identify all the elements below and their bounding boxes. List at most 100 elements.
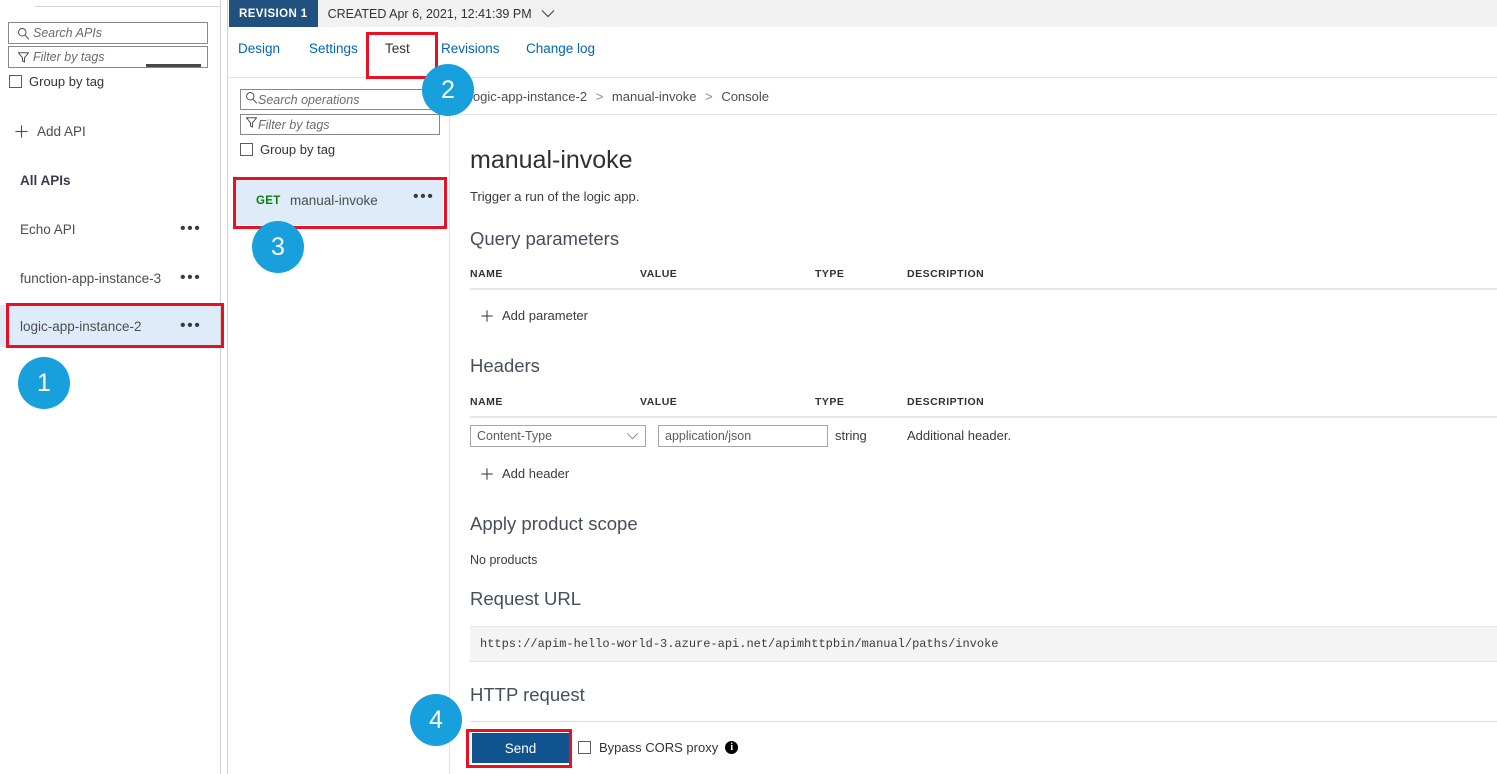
sidebar-top-divider xyxy=(35,6,220,7)
breadcrumb-divider xyxy=(450,114,1497,115)
step-badge-1: 1 xyxy=(18,357,70,409)
header-name-select[interactable]: Content-Type xyxy=(470,425,646,447)
operation-list-item-manual-invoke[interactable]: GET manual-invoke ••• xyxy=(235,179,443,225)
bypass-cors-proxy-label: Bypass CORS proxy xyxy=(599,740,718,755)
api-tabs: Design Settings Test Revisions Change lo… xyxy=(229,27,1497,78)
breadcrumb-page: Console xyxy=(721,89,769,104)
azure-apim-test-console: Search APIs Filter by tags Group by tag … xyxy=(0,0,1497,774)
operation-context-menu[interactable]: ••• xyxy=(413,193,434,201)
tab-revisions[interactable]: Revisions xyxy=(441,41,500,56)
breadcrumb-api[interactable]: logic-app-instance-2 xyxy=(470,89,587,104)
api-item-context-menu[interactable]: ••• xyxy=(180,322,201,330)
sidebar-divider xyxy=(220,0,221,774)
all-apis-heading: All APIs xyxy=(20,173,71,188)
headers-table-header: NAME VALUE TYPE DESCRIPTION xyxy=(470,396,1497,418)
step-badge-3: 3 xyxy=(252,221,304,273)
apply-product-scope-heading: Apply product scope xyxy=(470,513,638,535)
http-request-heading: HTTP request xyxy=(470,684,585,706)
column-header-name: NAME xyxy=(470,396,503,408)
panel-divider xyxy=(227,0,228,774)
column-header-name: NAME xyxy=(470,268,503,280)
operations-filter-placeholder: Filter by tags xyxy=(258,118,330,132)
group-by-tag-checkbox-row[interactable]: Group by tag xyxy=(9,74,104,89)
operations-group-by-tag-row[interactable]: Group by tag xyxy=(240,142,335,157)
breadcrumb-separator: > xyxy=(596,89,604,104)
add-api-label: Add API xyxy=(37,124,86,139)
step-badge-4: 4 xyxy=(410,694,462,746)
search-apis-placeholder: Search APIs xyxy=(33,26,102,40)
add-parameter-button[interactable]: Add parameter xyxy=(480,308,588,323)
add-parameter-label: Add parameter xyxy=(502,308,588,323)
group-by-tag-label: Group by tag xyxy=(29,74,104,89)
header-type-value: string xyxy=(835,428,867,443)
add-header-label: Add header xyxy=(502,466,569,481)
column-header-value: VALUE xyxy=(640,396,677,408)
search-apis-input[interactable]: Search APIs xyxy=(8,22,208,44)
step-badge-2: 2 xyxy=(422,64,474,116)
breadcrumb-operation[interactable]: manual-invoke xyxy=(612,89,697,104)
query-parameters-table-header: NAME VALUE TYPE DESCRIPTION xyxy=(470,268,1497,290)
api-list-item-logic-app-instance-2[interactable]: logic-app-instance-2 ••• xyxy=(0,305,220,347)
breadcrumb: logic-app-instance-2 > manual-invoke > C… xyxy=(470,89,769,104)
page-description: Trigger a run of the logic app. xyxy=(470,189,639,204)
request-url-box: https://apim-hello-world-3.azure-api.net… xyxy=(470,626,1497,662)
plus-icon xyxy=(480,309,494,323)
request-url-text: https://apim-hello-world-3.azure-api.net… xyxy=(480,637,998,651)
operations-group-by-tag-label: Group by tag xyxy=(260,142,335,157)
api-item-label: Echo API xyxy=(20,222,76,237)
bypass-cors-proxy-row[interactable]: Bypass CORS proxy i xyxy=(578,740,738,755)
tab-settings[interactable]: Settings xyxy=(309,41,358,56)
plus-icon xyxy=(480,467,494,481)
page-title: manual-invoke xyxy=(470,146,633,175)
active-tab-underline xyxy=(146,64,201,67)
info-icon[interactable]: i xyxy=(725,741,738,754)
operations-panel: Search operations Filter by tags Group b… xyxy=(229,78,449,774)
column-header-type: TYPE xyxy=(815,268,844,280)
product-scope-text: No products xyxy=(470,553,537,567)
revision-badge: REVISION 1 xyxy=(229,0,318,27)
api-item-context-menu[interactable]: ••• xyxy=(180,274,201,282)
revision-bar: REVISION 1 CREATED Apr 6, 2021, 12:41:39… xyxy=(229,0,1497,27)
add-header-button[interactable]: Add header xyxy=(480,466,569,481)
operation-method-badge: GET xyxy=(256,195,281,207)
group-by-tag-checkbox[interactable] xyxy=(9,75,22,88)
api-item-context-menu[interactable]: ••• xyxy=(180,225,201,233)
api-item-label: logic-app-instance-2 xyxy=(20,319,142,334)
revision-created-text: CREATED Apr 6, 2021, 12:41:39 PM xyxy=(328,7,532,21)
header-value-input[interactable]: application/json xyxy=(658,425,828,447)
search-operations-input[interactable]: Search operations xyxy=(240,89,440,110)
test-console-main: logic-app-instance-2 > manual-invoke > C… xyxy=(450,78,1497,774)
tab-test[interactable]: Test xyxy=(385,41,410,56)
filter-by-tags-placeholder: Filter by tags xyxy=(33,50,105,64)
search-operations-placeholder: Search operations xyxy=(258,93,359,107)
column-header-description: DESCRIPTION xyxy=(907,268,984,280)
query-parameters-heading: Query parameters xyxy=(470,228,619,250)
api-item-label: function-app-instance-3 xyxy=(20,271,161,286)
tab-change-log[interactable]: Change log xyxy=(526,41,595,56)
column-header-description: DESCRIPTION xyxy=(907,396,984,408)
header-description-value: Additional header. xyxy=(907,428,1011,443)
add-api-button[interactable]: Add API xyxy=(14,124,86,139)
operations-filter-by-tags-input[interactable]: Filter by tags xyxy=(240,114,440,135)
headers-heading: Headers xyxy=(470,355,540,377)
header-value-text: application/json xyxy=(665,429,751,443)
chevron-down-icon xyxy=(626,427,639,445)
send-button[interactable]: Send xyxy=(472,733,569,763)
request-url-heading: Request URL xyxy=(470,588,581,610)
column-header-type: TYPE xyxy=(815,396,844,408)
header-name-value: Content-Type xyxy=(477,429,626,443)
tab-design[interactable]: Design xyxy=(238,41,280,56)
api-list-item-echo-api[interactable]: Echo API ••• xyxy=(0,208,220,250)
search-icon xyxy=(13,27,33,40)
header-row: Content-Type application/json string Add… xyxy=(470,425,1497,455)
operations-group-by-tag-checkbox[interactable] xyxy=(240,143,253,156)
filter-icon xyxy=(13,51,33,64)
bypass-cors-proxy-checkbox[interactable] xyxy=(578,741,591,754)
filter-icon xyxy=(245,116,258,134)
column-header-value: VALUE xyxy=(640,268,677,280)
breadcrumb-separator: > xyxy=(705,89,713,104)
plus-icon xyxy=(14,124,29,139)
chevron-down-icon[interactable] xyxy=(541,9,555,18)
search-icon xyxy=(245,91,258,109)
api-list-item-function-app-instance-3[interactable]: function-app-instance-3 ••• xyxy=(0,257,220,299)
